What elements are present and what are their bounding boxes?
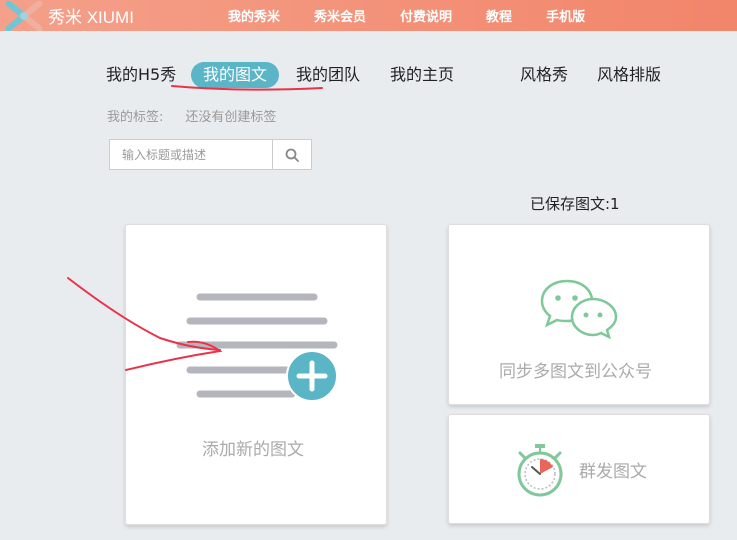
tags-value: 还没有创建标签 [185, 110, 277, 125]
tags-row: 我的标签: 还没有创建标签 [107, 106, 276, 125]
topnav-my-xiumi[interactable]: 我的秀米 [228, 6, 280, 25]
tab-style-show[interactable]: 风格秀 [520, 62, 568, 88]
tags-label: 我的标签: [107, 110, 164, 125]
timer-icon [517, 444, 563, 497]
logo-text: 秀米 XIUMI [48, 8, 134, 27]
sync-to-wechat-label: 同步多图文到公众号 [499, 362, 652, 382]
sync-to-wechat-card[interactable]: 同步多图文到公众号 [448, 224, 710, 405]
tab-style-layout[interactable]: 风格排版 [597, 62, 661, 88]
top-nav: 我的秀米 秀米会员 付费说明 教程 手机版 [228, 0, 619, 31]
search-box [109, 139, 312, 170]
logo[interactable]: 秀米 XIUMI [6, 0, 134, 31]
search-icon [285, 148, 299, 162]
top-bar: 秀米 XIUMI 我的秀米 秀米会员 付费说明 教程 手机版 [0, 0, 737, 31]
sub-nav: 我的H5秀 我的图文 我的团队 我的主页 风格秀 风格排版 [0, 59, 737, 91]
tab-my-articles[interactable]: 我的图文 [191, 62, 280, 88]
saved-count: 已保存图文:1 [530, 195, 620, 213]
add-article-label: 添加新的图文 [202, 440, 304, 460]
topnav-membership[interactable]: 秀米会员 [314, 6, 366, 25]
tab-my-homepage[interactable]: 我的主页 [390, 62, 454, 88]
mass-send-card[interactable]: 群发图文 [448, 414, 710, 524]
plus-circle-icon [286, 350, 338, 402]
xiumi-logo-icon [6, 0, 42, 31]
topnav-tutorial[interactable]: 教程 [486, 6, 512, 25]
wechat-icon [540, 279, 618, 340]
add-article-card[interactable]: 添加新的图文 [125, 224, 387, 525]
tab-my-h5[interactable]: 我的H5秀 [106, 62, 176, 88]
search-button[interactable] [272, 140, 311, 169]
mass-send-label: 群发图文 [579, 462, 647, 482]
tab-my-team[interactable]: 我的团队 [296, 62, 360, 88]
topnav-pricing[interactable]: 付费说明 [400, 6, 452, 25]
topnav-mobile[interactable]: 手机版 [546, 6, 585, 25]
search-input[interactable] [110, 140, 274, 169]
